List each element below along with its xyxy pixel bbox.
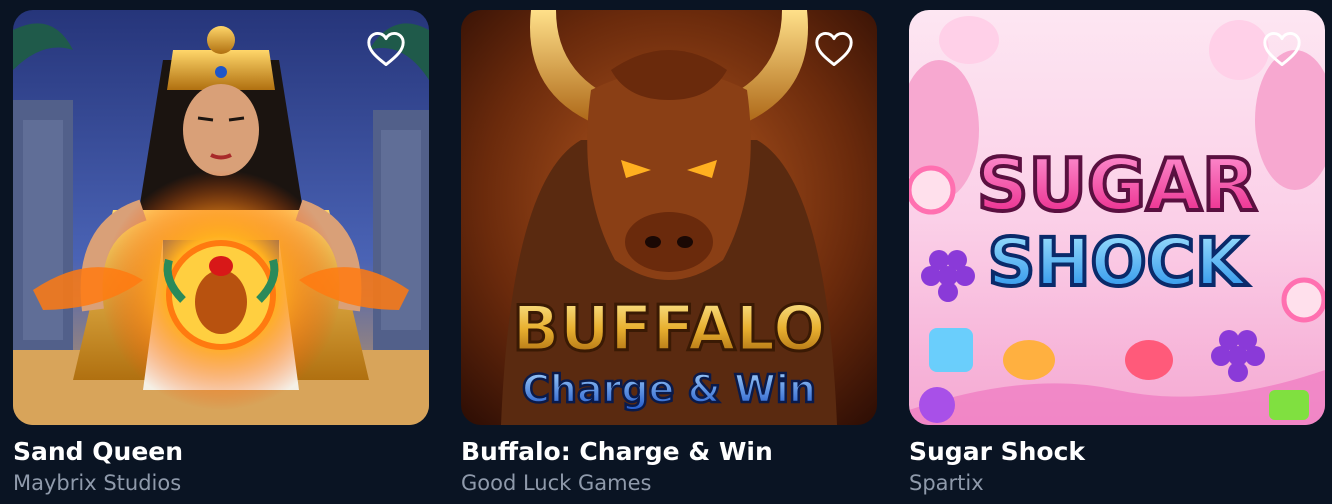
game-thumbnail[interactable]: BUFFALO Charge & Win <box>461 10 877 425</box>
buffalo-logo-line2: Charge & Win <box>522 367 816 411</box>
game-provider: Good Luck Games <box>461 471 652 495</box>
game-title[interactable]: Sand Queen <box>13 437 429 467</box>
game-grid: Sand Queen Maybrix Studios BUFFALO Charg… <box>13 10 1325 497</box>
game-title[interactable]: Sugar Shock <box>909 437 1325 467</box>
buffalo-logo-line1: BUFFALO <box>512 292 825 365</box>
game-thumbnail[interactable]: SUGAR SHOCK <box>909 10 1325 425</box>
sugar-shock-logo-line1: SUGAR <box>977 143 1258 227</box>
favorite-button[interactable] <box>1261 28 1303 70</box>
sand-queen-artwork <box>13 10 429 425</box>
favorite-button[interactable] <box>365 28 407 70</box>
game-card-sugar-shock[interactable]: SUGAR SHOCK Sugar Shock Spartix <box>909 10 1325 497</box>
game-provider: Maybrix Studios <box>13 471 182 495</box>
heart-outline-icon <box>1263 31 1301 67</box>
buffalo-artwork: BUFFALO Charge & Win <box>461 10 877 425</box>
game-thumbnail[interactable] <box>13 10 429 425</box>
sugar-shock-logo-line2: SHOCK <box>988 224 1249 301</box>
heart-outline-icon <box>367 31 405 67</box>
sugar-shock-artwork: SUGAR SHOCK <box>909 10 1325 425</box>
heart-outline-icon <box>815 31 853 67</box>
game-card-sand-queen[interactable]: Sand Queen Maybrix Studios <box>13 10 429 497</box>
favorite-button[interactable] <box>813 28 855 70</box>
game-card-buffalo-charge-win[interactable]: BUFFALO Charge & Win Buffalo: Charge & W… <box>461 10 877 497</box>
game-provider: Spartix <box>909 471 984 495</box>
game-title[interactable]: Buffalo: Charge & Win <box>461 437 877 467</box>
